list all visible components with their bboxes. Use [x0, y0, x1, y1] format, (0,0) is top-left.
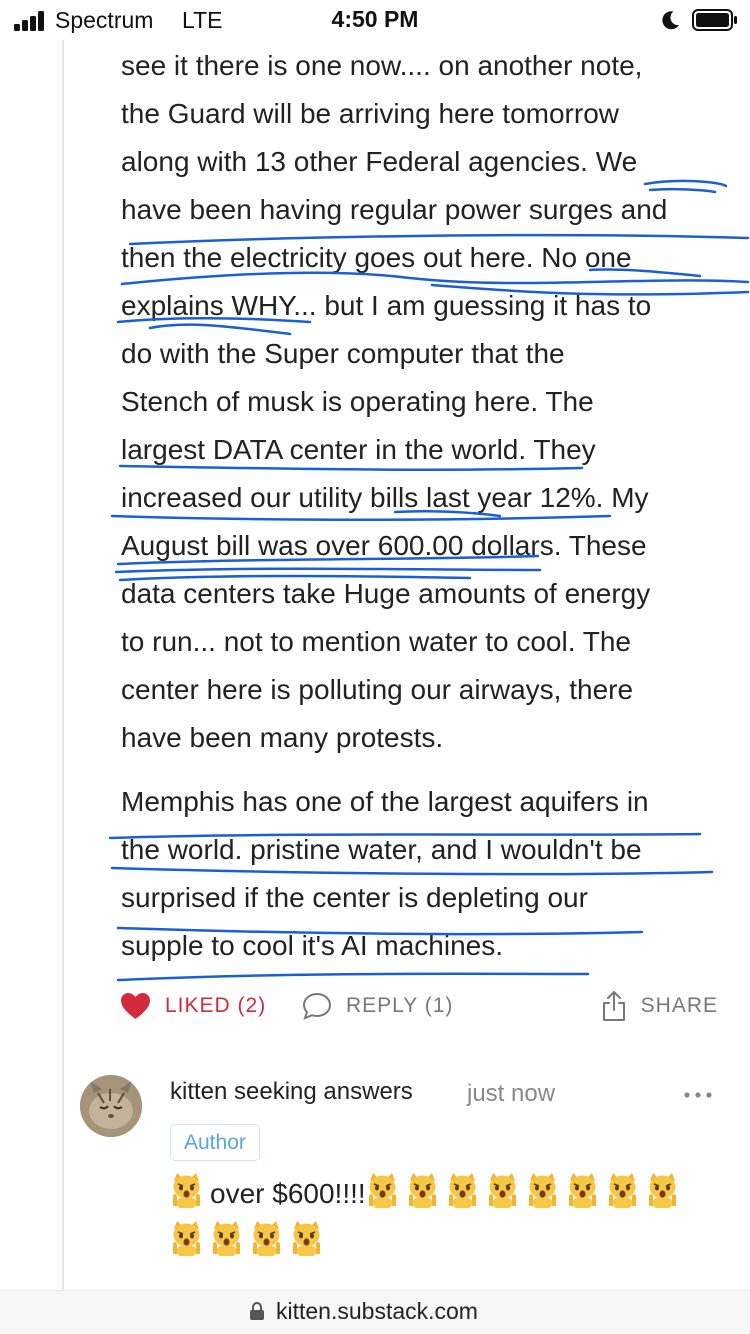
heart-icon — [121, 993, 150, 1019]
comment-line: center here is polluting our airways, th… — [121, 674, 634, 705]
comment-line: do with the Super computer that the — [121, 338, 565, 369]
like-label: LIKED (2) — [165, 994, 267, 1017]
author-badge: Author — [170, 1124, 260, 1161]
comment-actions: LIKED (2) REPLY (1) SHARE — [120, 986, 720, 1026]
weary-cat-icon — [606, 1171, 639, 1209]
emoji-run-2 — [170, 1221, 330, 1257]
share-icon — [602, 991, 625, 1021]
comment-line: August bill was over 600.00 dollars. The… — [121, 530, 647, 561]
speech-bubble-icon — [302, 992, 332, 1020]
comment-line: to run... not to mention water to cool. … — [121, 626, 631, 657]
comment-line: Memphis has one of the largest aquifers … — [121, 786, 649, 817]
status-time: 4:50 PM — [331, 6, 419, 32]
share-button[interactable]: SHARE — [601, 986, 718, 1026]
moon-icon — [662, 11, 679, 30]
url-text: kitten.substack.com — [276, 1298, 478, 1324]
comment-line: surprised if the center is depleting our — [121, 882, 588, 913]
comment-body: see it there is one now.... on another n… — [121, 42, 721, 970]
weary-cat-icon — [526, 1171, 559, 1209]
comment-line: have been many protests. — [121, 722, 444, 753]
reply-line-2 — [170, 1218, 710, 1266]
emoji-run-1 — [366, 1173, 686, 1209]
weary-cat-icon — [290, 1219, 323, 1257]
comment-line: have been having regular power surges an… — [121, 194, 668, 225]
comment-paragraph-2: Memphis has one of the largest aquifers … — [121, 778, 721, 970]
comment-paragraph-1: see it there is one now.... on another n… — [121, 42, 721, 762]
comment-line: supple to cool it's AI machines. — [121, 930, 503, 961]
weary-cat-icon — [446, 1171, 479, 1209]
cat-avatar-icon — [80, 1075, 142, 1137]
weary-cat-icon — [210, 1219, 243, 1257]
battery-icon — [692, 9, 737, 31]
weary-cat-icon — [170, 1219, 203, 1257]
reply-timestamp: just now — [467, 1080, 556, 1107]
comment-line: then the electricity goes out here. No o… — [121, 242, 632, 273]
comment-line: explains WHY... but I am guessing it has… — [121, 290, 652, 321]
lock-icon — [250, 1302, 264, 1320]
comment-line: largest DATA center in the world. They — [121, 434, 596, 465]
avatar[interactable] — [80, 1075, 142, 1137]
weary-cat-icon — [646, 1171, 679, 1209]
comment-line: data centers take Huge amounts of energy — [121, 578, 651, 609]
reply-line-1: over $600!!!! — [170, 1170, 710, 1218]
author-name[interactable]: kitten seeking answers — [170, 1078, 413, 1106]
comment-line: Stench of musk is operating here. The — [121, 386, 594, 417]
weary-cat-icon — [406, 1171, 439, 1209]
like-button[interactable]: LIKED (2) — [120, 986, 266, 1026]
comment-line: the Guard will be arriving here tomorrow — [121, 98, 619, 129]
weary-cat-icon — [366, 1171, 399, 1209]
url-bar[interactable]: kitten.substack.com — [0, 1290, 750, 1334]
comment-line: see it there is one now.... on another n… — [121, 50, 643, 81]
reply-label: REPLY (1) — [346, 994, 454, 1017]
comment-line: the world. pristine water, and I wouldn'… — [121, 834, 642, 865]
weary-cat-icon — [566, 1171, 599, 1209]
reply-text: over $600!!!! — [170, 1170, 710, 1266]
status-bar: Spectrum LTE 4:50 PM — [0, 0, 750, 40]
weary-cat-icon — [486, 1171, 519, 1209]
weary-cat-icon — [170, 1171, 203, 1209]
weary-cat-icon — [250, 1219, 283, 1257]
reply-message: over $600!!!! — [210, 1178, 366, 1209]
share-label: SHARE — [640, 994, 718, 1017]
reply-button[interactable]: REPLY (1) — [302, 986, 453, 1026]
thread-line — [62, 40, 64, 1290]
comment-line: along with 13 other Federal agencies. We — [121, 146, 638, 177]
comment-line: increased our utility bills last year 12… — [121, 482, 649, 513]
more-options-icon[interactable] — [684, 1092, 712, 1098]
